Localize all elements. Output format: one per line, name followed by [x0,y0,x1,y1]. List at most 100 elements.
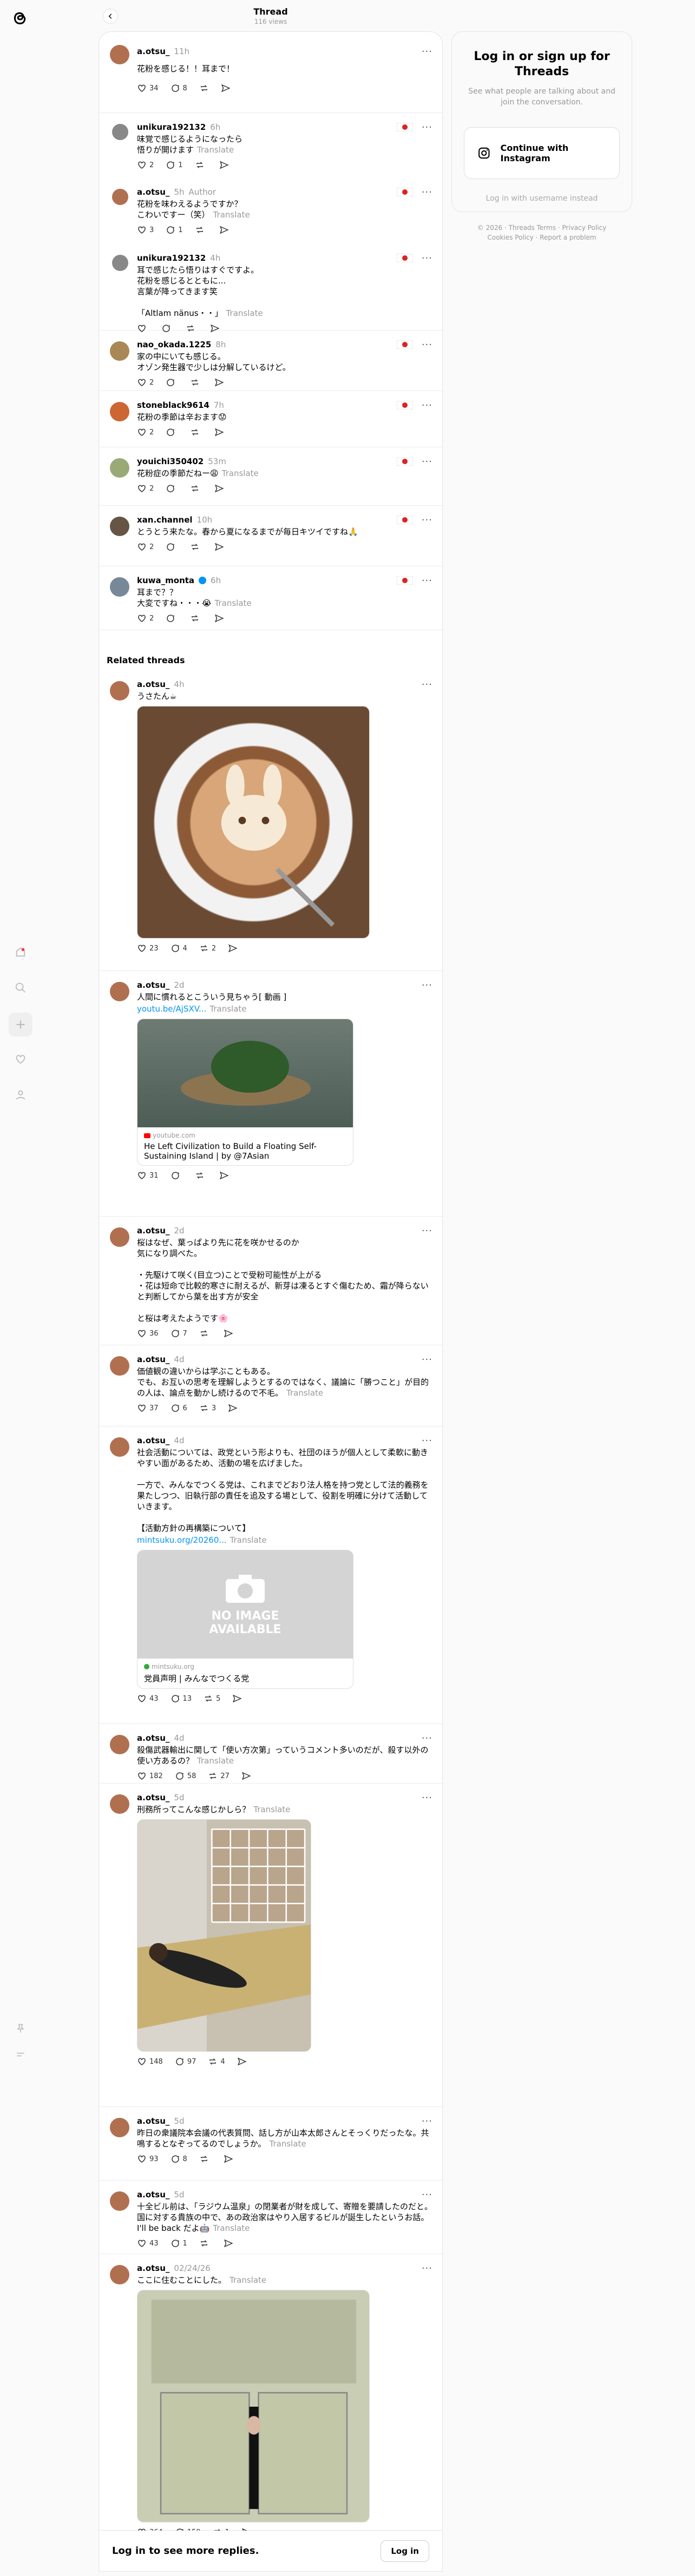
share-button[interactable] [224,1329,233,1338]
username[interactable]: a.otsu_ [137,1733,169,1743]
translate-link[interactable]: Translate [270,2139,306,2149]
avatar[interactable] [110,577,129,597]
translate-link[interactable]: Translate [197,145,234,155]
repost-button[interactable] [195,1171,207,1180]
more-icon[interactable]: ··· [422,980,432,991]
post-link[interactable]: mintsuku.org/20260... [137,1535,227,1545]
reply-button[interactable]: 6 [171,1403,187,1413]
share-button[interactable] [224,2154,233,2164]
reply-button[interactable] [166,613,178,623]
username[interactable]: a.otsu_ [137,47,169,56]
avatar[interactable] [110,2118,129,2137]
repost-button[interactable] [199,83,209,93]
username[interactable]: a.otsu_ [137,2263,169,2273]
reply-button[interactable]: 1 [166,160,183,170]
reply-button[interactable] [166,378,178,387]
share-button[interactable] [237,2057,247,2066]
avatar[interactable] [110,1735,129,1754]
share-button[interactable] [214,613,224,623]
like-button[interactable]: 31 [137,1171,159,1180]
repost-button[interactable] [190,542,202,552]
username[interactable]: a.otsu_ [137,2116,169,2126]
username[interactable]: a.otsu_ [137,679,169,689]
share-button[interactable] [228,943,238,953]
share-button[interactable] [214,484,224,493]
repost-button[interactable]: 27 [208,1771,230,1781]
avatar[interactable] [110,517,129,536]
avatar[interactable] [110,341,129,361]
username[interactable]: kuwa_monta [137,576,194,585]
translate-link[interactable]: Translate [215,598,252,608]
threads-logo-icon[interactable] [10,8,30,28]
translate-link[interactable]: Translate [230,1535,267,1545]
like-button[interactable]: 2 [137,613,154,623]
repost-button[interactable] [195,225,207,235]
translate-link[interactable]: Translate [230,2275,266,2285]
share-button[interactable] [219,160,229,170]
more-icon[interactable]: ··· [422,575,432,586]
like-button[interactable]: 2 [137,542,154,552]
avatar[interactable] [112,189,128,205]
more-icon[interactable]: ··· [422,2263,432,2274]
like-button[interactable]: 43 [137,1694,159,1703]
like-button[interactable]: 23 [137,943,159,953]
avatar[interactable] [110,402,129,421]
username[interactable]: stoneblack9614 [137,400,209,410]
more-icon[interactable]: ··· [422,2189,432,2201]
reply-button[interactable]: 97 [175,2057,196,2066]
username[interactable]: unikura192132 [137,253,206,263]
room-photo[interactable] [137,1819,311,2052]
translate-link[interactable]: Translate [213,210,250,220]
username[interactable]: a.otsu_ [137,2190,169,2199]
repost-button[interactable]: 5 [204,1694,220,1703]
like-button[interactable]: 37 [137,1403,159,1413]
more-icon[interactable]: ··· [422,679,432,690]
share-button[interactable] [214,542,224,552]
search-icon[interactable] [11,978,30,998]
like-button[interactable]: 2 [137,484,154,493]
more-icon[interactable]: ··· [422,1225,432,1237]
username[interactable]: a.otsu_ [137,1436,169,1445]
home-icon[interactable] [11,942,30,962]
username[interactable]: a.otsu_ [137,980,169,990]
more-icon[interactable]: ··· [422,1354,432,1365]
reply-button[interactable]: 4 [171,943,187,953]
reply-button[interactable]: 58 [175,1771,196,1781]
username[interactable]: a.otsu_ [137,1226,169,1236]
more-icon[interactable]: ··· [422,2116,432,2127]
like-button[interactable]: 2 [137,378,154,387]
avatar[interactable] [110,2265,129,2284]
avatar[interactable] [112,124,128,140]
more-icon[interactable]: ··· [422,187,432,198]
like-button[interactable]: 2 [137,427,154,437]
translate-link[interactable]: Translate [209,1004,246,1014]
repost-button[interactable]: 4 [208,2057,225,2066]
translate-link[interactable]: Translate [226,308,263,318]
post-link[interactable]: youtu.be/AjSXV... [137,1004,206,1014]
username[interactable]: xan.channel [137,515,193,525]
like-button[interactable]: 2 [137,160,154,170]
like-button[interactable]: 36 [137,1329,159,1338]
avatar[interactable] [110,1227,129,1247]
username[interactable]: a.otsu_ [137,187,169,197]
share-button[interactable] [214,378,224,387]
like-button[interactable]: 93 [137,2154,159,2164]
more-icon[interactable]: ··· [422,456,432,467]
heart-icon[interactable] [11,1049,30,1069]
reply-button[interactable] [166,484,178,493]
reply-button[interactable]: 1 [166,225,183,235]
avatar[interactable] [110,458,129,478]
translate-link[interactable]: Translate [286,1388,323,1398]
repost-button[interactable]: 3 [199,1403,216,1413]
footer-links-2[interactable]: Cookies Policy · Report a problem [451,233,632,242]
reply-button[interactable] [166,542,178,552]
reply-button[interactable]: 13 [171,1694,192,1703]
link-preview-card[interactable]: NO IMAGE AVAILABLE mintsuku.org 党員声明 | みんな… [137,1550,353,1689]
reply-button[interactable]: 1 [171,2238,187,2248]
repost-button[interactable]: 2 [199,943,216,953]
link-preview-card[interactable]: youtube.com He Left Civilization to Build… [137,1019,353,1166]
repost-button[interactable] [199,1329,212,1338]
avatar[interactable] [110,1356,129,1376]
more-icon[interactable]: ··· [422,46,432,57]
avatar[interactable] [110,1794,129,1814]
